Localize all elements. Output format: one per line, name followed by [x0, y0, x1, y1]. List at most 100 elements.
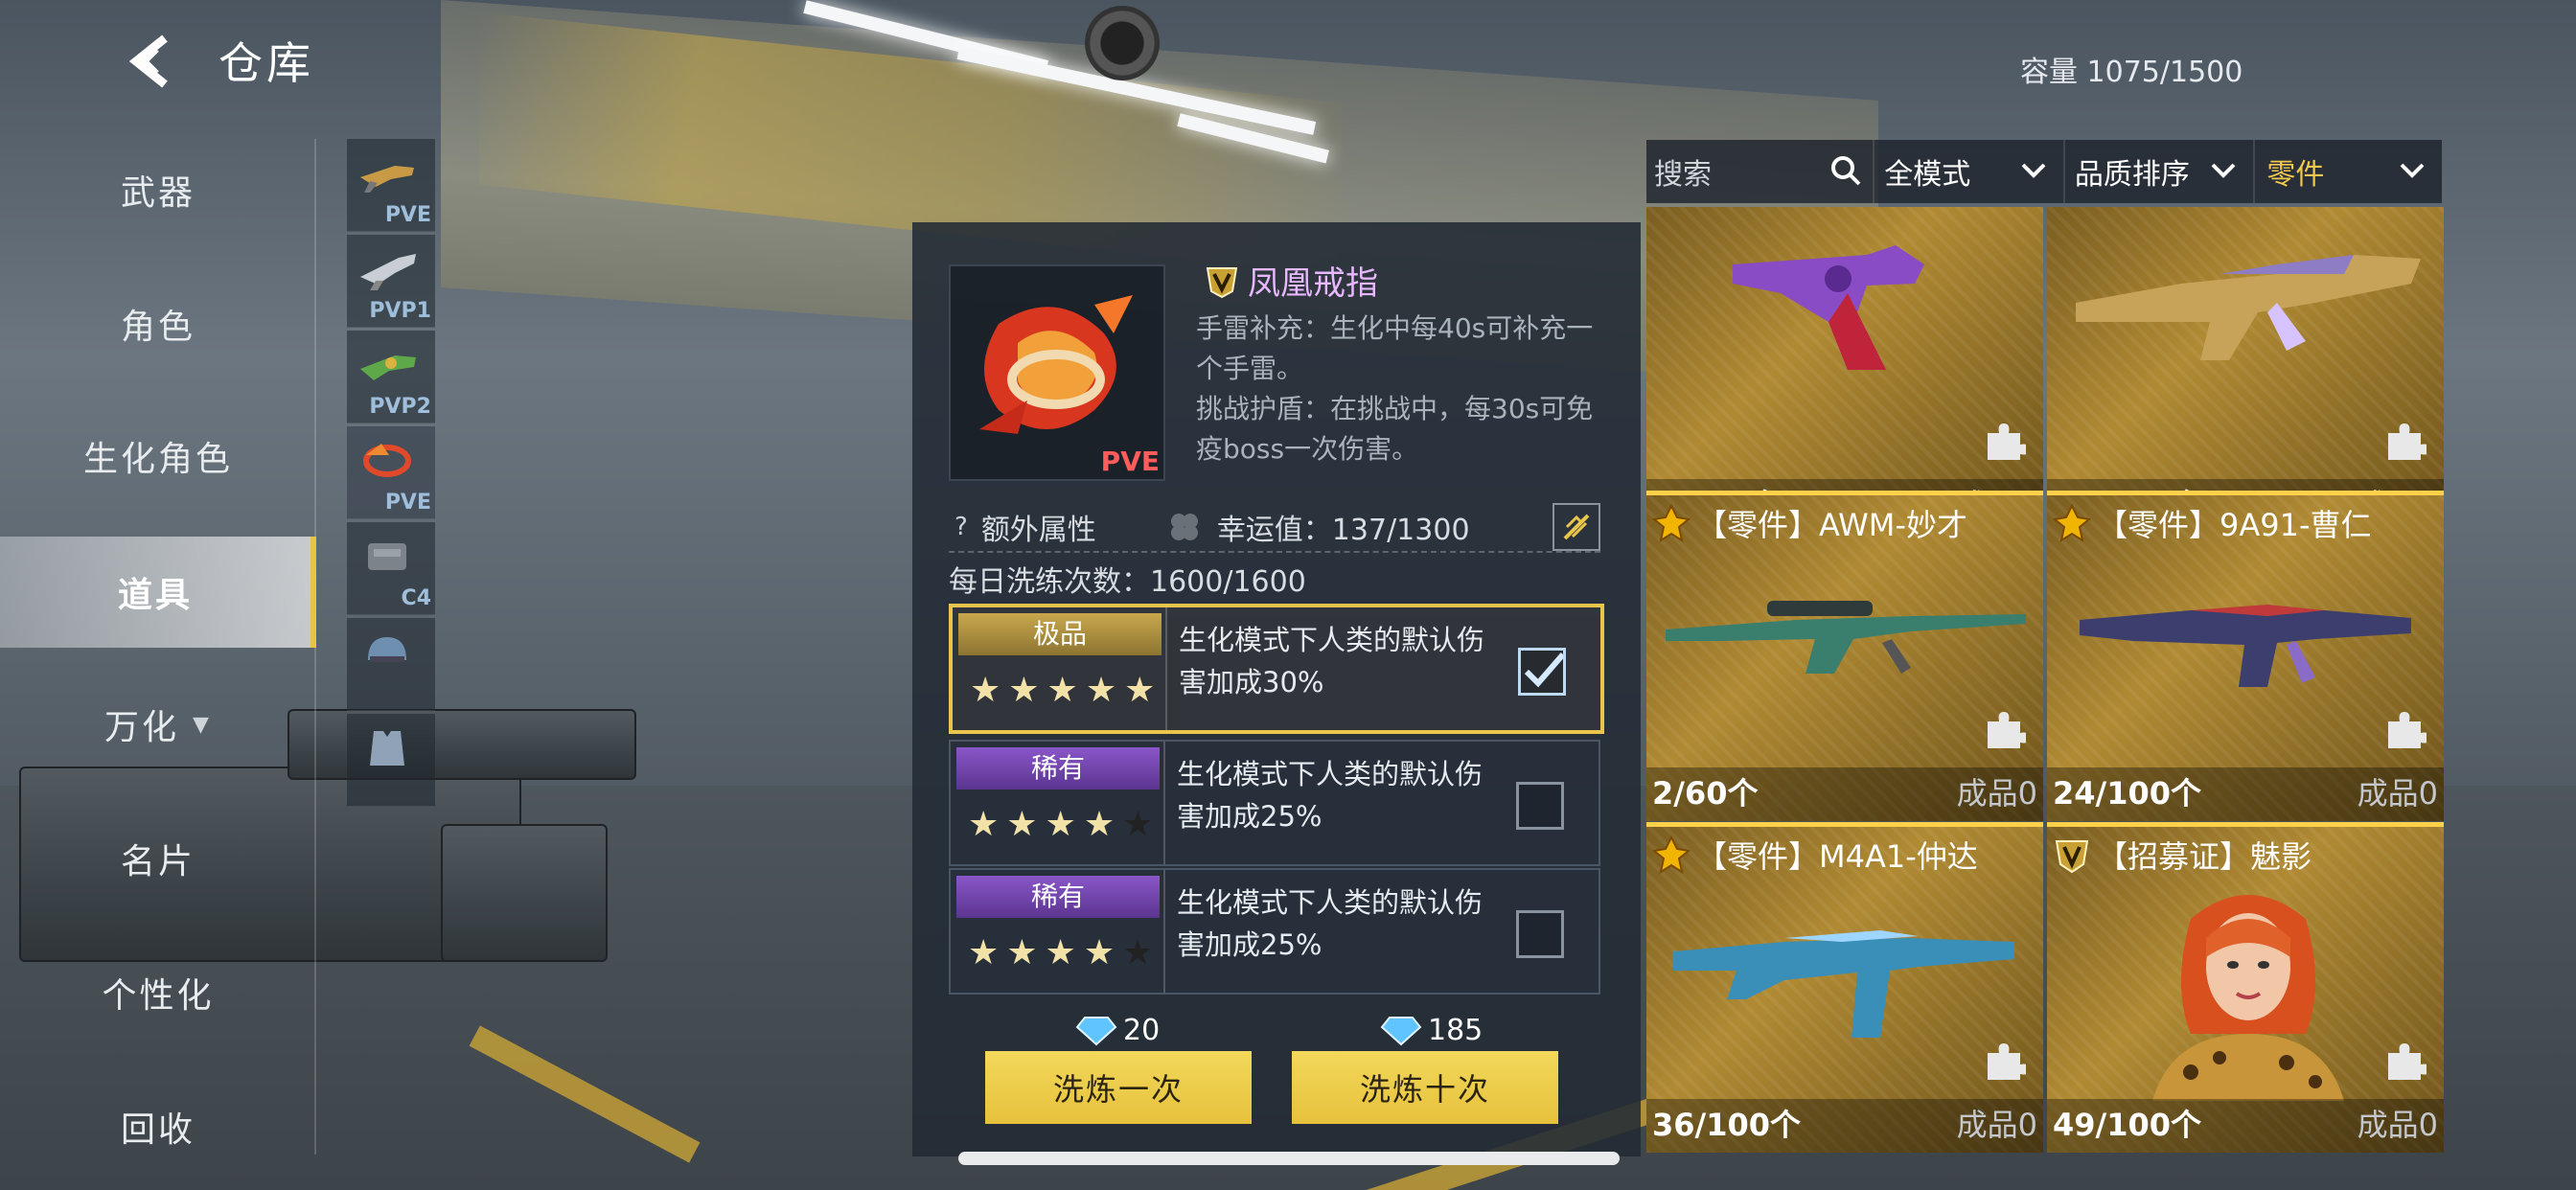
inventory-card[interactable]: 【零件】AWM-妙才 2/60个 成品0: [1646, 491, 2043, 821]
diamond-icon: [1075, 1016, 1117, 1045]
option-checkbox[interactable]: [1518, 648, 1566, 696]
inventory-card[interactable]: 40/60个 成品0: [1646, 207, 2043, 533]
search-icon[interactable]: [1828, 153, 1863, 188]
option-divider: [1163, 742, 1165, 864]
dropdown-caret-icon: ▼: [193, 712, 212, 737]
refine-option[interactable]: 稀有 ★★★★★ 生化模式下人类的默认伤害加成25%: [949, 868, 1600, 995]
card-title-text: 【零件】AWM-妙才: [1696, 507, 1967, 543]
camera-cutout: [1085, 6, 1160, 80]
subnav-label: C4: [401, 586, 431, 610]
subnav-pvp2[interactable]: PVP2: [347, 331, 435, 423]
lock-attr-button[interactable]: [1552, 503, 1600, 551]
star-rating: ★★★★★: [970, 671, 1163, 710]
nav-label: 个性化: [102, 976, 215, 1016]
crate: [441, 824, 608, 962]
help-icon[interactable]: ?: [954, 513, 968, 541]
puzzle-icon: [1988, 712, 2026, 748]
inventory-card[interactable]: 【招募证】魅影 49/100个 成品0: [2047, 822, 2444, 1153]
filter-bar: 搜索 全模式 品质排序 零件: [1646, 140, 2442, 203]
category-dropdown[interactable]: 零件: [2255, 140, 2442, 203]
daily-refine-count: 每日洗练次数：1600/1600: [949, 565, 1306, 599]
search-field[interactable]: 搜索: [1646, 140, 1875, 203]
card-title: 【招募证】魅影: [2053, 833, 2312, 877]
subnav-helmet[interactable]: [347, 618, 435, 711]
rank-star-icon: [1652, 835, 1690, 874]
card-crafted: 成品0: [1956, 775, 2037, 812]
option-text: 生化模式下人类的默认伤害加成25%: [1177, 758, 1484, 833]
nav-cards[interactable]: 名片: [0, 803, 316, 914]
refine-once-button[interactable]: 洗炼一次: [985, 1051, 1252, 1124]
nav-personalize[interactable]: 个性化: [0, 937, 316, 1048]
nav-characters[interactable]: 角色: [0, 268, 316, 379]
weapon-thumb-icon: [360, 254, 416, 290]
card-crafted: 成品0: [2357, 775, 2438, 812]
character-art: [2152, 895, 2344, 1101]
subnav-pve-ring[interactable]: PVE: [347, 426, 435, 519]
card-title-text: 【零件】9A91-曹仁: [2097, 507, 2372, 543]
cost-ten: 185: [1380, 1014, 1483, 1047]
crate: [288, 709, 636, 780]
card-quantity: 49/100个: [2053, 1107, 2202, 1143]
star-rating: ★★★★★: [968, 805, 1162, 844]
extra-attr-label: 额外属性: [980, 514, 1096, 547]
nav-wanhua[interactable]: 万化 ▼: [0, 669, 316, 780]
description-line: 手雷补充：生化中每40s可补充一个手雷。: [1196, 312, 1594, 384]
rifle-art: [2076, 255, 2421, 360]
card-title: 【零件】M4A1-仲达: [1652, 833, 1978, 877]
sort-dropdown[interactable]: 品质排序: [2065, 140, 2256, 203]
puzzle-icon: [1988, 1043, 2026, 1080]
option-text: 生化模式下人类的默认伤害加成25%: [1177, 886, 1484, 961]
nav-label: 道具: [117, 576, 193, 615]
description-line: 挑战护盾：在挑战中，每30s可免疫boss一次伤害。: [1196, 393, 1594, 465]
inventory-card[interactable]: 【零件】9A91-曹仁 24/100个 成品0: [2047, 491, 2444, 821]
subnav-label: PVP1: [369, 299, 431, 323]
subnav-label: PVP2: [369, 395, 431, 419]
card-title: 【零件】9A91-曹仁: [2053, 501, 2372, 545]
checkmark-icon: [1524, 652, 1566, 688]
chevron-down-icon: [2021, 163, 2046, 178]
item-image: PVE: [949, 264, 1165, 481]
subnav-pve-weapon[interactable]: PVE: [347, 139, 435, 232]
grade-badge: 稀有: [956, 876, 1160, 918]
refine-option[interactable]: 极品 ★★★★★ 生化模式下人类的默认伤害加成30%: [949, 604, 1604, 734]
m4a1-art: [1673, 930, 2014, 1038]
subnav-c4[interactable]: C4: [347, 522, 435, 615]
inventory-card[interactable]: 【零件】M4A1-仲达 36/100个 成品0: [1646, 822, 2043, 1153]
card-crafted: 成品0: [2357, 1107, 2438, 1143]
nav-weapons[interactable]: 武器: [0, 134, 316, 245]
home-indicator[interactable]: [958, 1152, 1620, 1165]
puzzle-icon: [2388, 423, 2426, 460]
search-placeholder: 搜索: [1654, 158, 1712, 192]
card-quantity: 2/60个: [1652, 775, 1759, 812]
back-icon[interactable]: [125, 33, 182, 90]
rank-star-icon: [2053, 504, 2091, 542]
nav-label: 角色: [120, 308, 196, 347]
cost-ten-value: 185: [1428, 1014, 1484, 1047]
subnav-vest[interactable]: [347, 714, 435, 807]
mode-tag: PVE: [1100, 446, 1160, 477]
nav-items[interactable]: 道具: [0, 537, 316, 648]
inventory-card[interactable]: 46/100个 成品0: [2047, 207, 2444, 533]
refine-option[interactable]: 稀有 ★★★★★ 生化模式下人类的默认伤害加成25%: [949, 740, 1600, 866]
weapon-thumb-icon: [360, 355, 416, 380]
weapon-thumb-icon: [360, 166, 414, 193]
cost-once-value: 20: [1123, 1014, 1161, 1047]
nav-label: 回收: [120, 1110, 196, 1150]
puzzle-icon: [1988, 423, 2026, 460]
sniper-art: [1666, 601, 2026, 674]
ring-thumb-icon: [363, 444, 411, 477]
nav-zombie-characters[interactable]: 生化角色: [0, 400, 316, 512]
subnav-pvp1[interactable]: PVP1: [347, 235, 435, 328]
refine-ten-button[interactable]: 洗炼十次: [1292, 1051, 1558, 1124]
option-checkbox[interactable]: [1516, 910, 1564, 958]
revolver-art: [1733, 245, 1924, 370]
slash-tool-icon: [1563, 514, 1590, 540]
card-quantity: 36/100个: [1652, 1107, 1802, 1143]
option-checkbox[interactable]: [1516, 782, 1564, 830]
item-name-text: 凤凰戒指: [1248, 264, 1378, 303]
subnav-label: PVE: [384, 203, 431, 227]
item-description: 手雷补充：生化中每40s可补充一个手雷。 挑战护盾：在挑战中，每30s可免疫bo…: [1196, 309, 1618, 469]
nav-recycle[interactable]: 回收: [0, 1071, 316, 1182]
nav-label: 名片: [120, 842, 196, 881]
mode-dropdown[interactable]: 全模式: [1874, 140, 2065, 203]
